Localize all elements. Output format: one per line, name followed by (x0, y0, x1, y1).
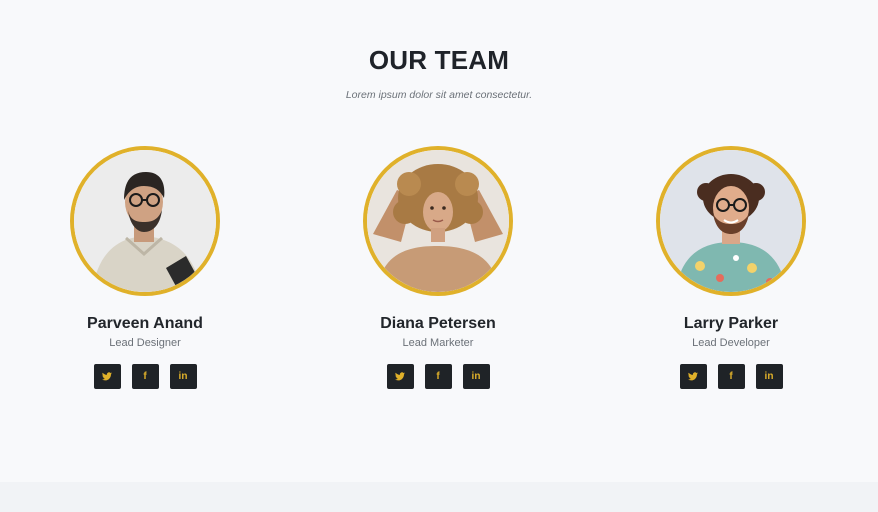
twitter-button[interactable] (93, 364, 121, 389)
member-role: Lead Developer (692, 337, 770, 349)
twitter-button[interactable] (679, 364, 707, 389)
member-name: Parveen Anand (87, 315, 203, 332)
social-links: f in (45, 364, 245, 389)
member-role: Lead Marketer (402, 337, 474, 349)
facebook-icon: f (143, 371, 147, 382)
facebook-button[interactable]: f (717, 364, 745, 389)
linkedin-button[interactable]: in (169, 364, 197, 389)
avatar-photo (660, 150, 802, 292)
social-links: f in (631, 364, 831, 389)
twitter-icon (395, 372, 405, 381)
section-subtitle: Lorem ipsum dolor sit amet consectetur. (345, 89, 533, 101)
twitter-icon (688, 372, 698, 381)
linkedin-icon: in (471, 371, 481, 382)
team-member-card: Parveen Anand Lead Designer f in (45, 146, 245, 389)
avatar (363, 146, 513, 296)
footer-strip (0, 482, 878, 512)
member-name: Diana Petersen (380, 315, 496, 332)
linkedin-button[interactable]: in (462, 364, 490, 389)
facebook-icon: f (729, 371, 733, 382)
twitter-button[interactable] (386, 364, 414, 389)
avatar (70, 146, 220, 296)
linkedin-button[interactable]: in (755, 364, 783, 389)
section-title: OUR TEAM (368, 45, 510, 75)
member-role: Lead Designer (109, 337, 181, 349)
member-name: Larry Parker (683, 315, 779, 332)
team-section: OUR TEAM Lorem ipsum dolor sit amet cons… (0, 0, 878, 482)
avatar-photo (367, 150, 509, 292)
twitter-icon (102, 372, 112, 381)
linkedin-icon: in (764, 371, 774, 382)
facebook-button[interactable]: f (131, 364, 159, 389)
social-links: f in (338, 364, 538, 389)
avatar (656, 146, 806, 296)
facebook-icon: f (436, 371, 440, 382)
linkedin-icon: in (178, 371, 188, 382)
avatar-photo (74, 150, 216, 292)
team-member-card: Diana Petersen Lead Marketer f in (338, 146, 538, 389)
facebook-button[interactable]: f (424, 364, 452, 389)
team-member-card: Larry Parker Lead Developer f in (631, 146, 831, 389)
